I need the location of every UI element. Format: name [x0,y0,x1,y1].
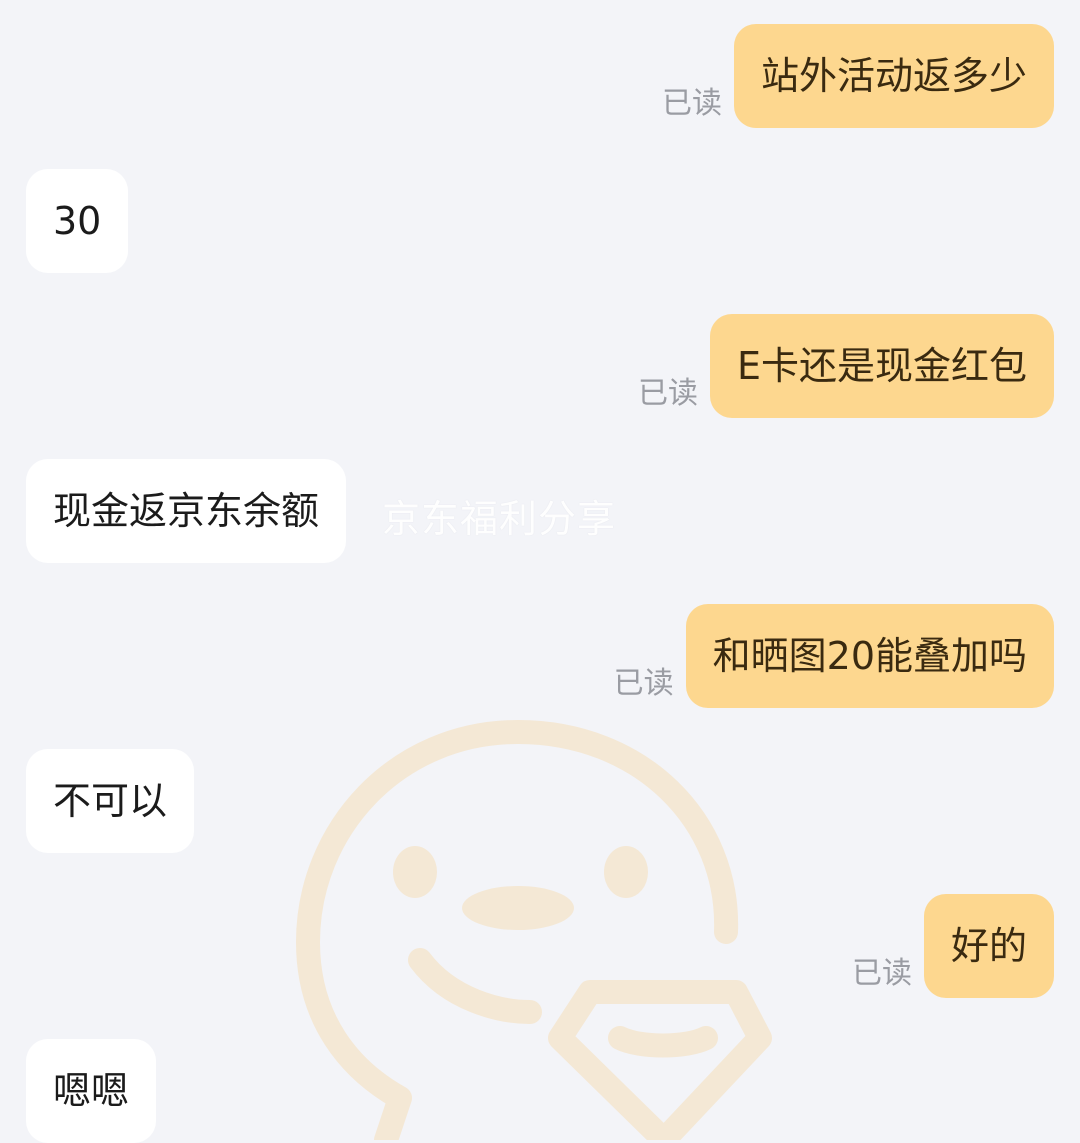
jd-joy-mascot-icon [296,720,772,1140]
read-receipt: 已读 [637,376,698,411]
message-bubble-outgoing[interactable]: 站外活动返多少 [733,24,1054,128]
watermark-text: 京东福利分享 [382,497,617,541]
chat-message-list[interactable]: 京东福利分享 已读 站外活动返多少 30 已读 E卡还是现金红包 现金返京东余额… [0,0,1080,1143]
read-receipt: 已读 [661,86,722,121]
message-row-incoming: 30 [26,169,129,273]
message-bubble-incoming[interactable]: 现金返京东余额 [26,459,347,563]
message-row-incoming: 不可以 [26,749,195,853]
message-bubble-outgoing[interactable]: E卡还是现金红包 [709,314,1054,418]
message-row-outgoing: 已读 和晒图20能叠加吗 [614,604,1054,708]
message-row-outgoing: 已读 站外活动返多少 [662,24,1054,128]
message-row-incoming: 嗯嗯 [26,1039,157,1143]
message-bubble-incoming[interactable]: 30 [26,169,129,273]
message-bubble-incoming[interactable]: 嗯嗯 [26,1039,157,1143]
message-row-outgoing: 已读 好的 [852,894,1054,998]
message-row-incoming: 现金返京东余额 [26,459,347,563]
message-bubble-incoming[interactable]: 不可以 [26,749,195,853]
read-receipt: 已读 [613,666,674,701]
message-row-outgoing: 已读 E卡还是现金红包 [638,314,1054,418]
message-bubble-outgoing[interactable]: 好的 [923,894,1054,998]
read-receipt: 已读 [851,956,912,991]
message-bubble-outgoing[interactable]: 和晒图20能叠加吗 [685,604,1054,708]
